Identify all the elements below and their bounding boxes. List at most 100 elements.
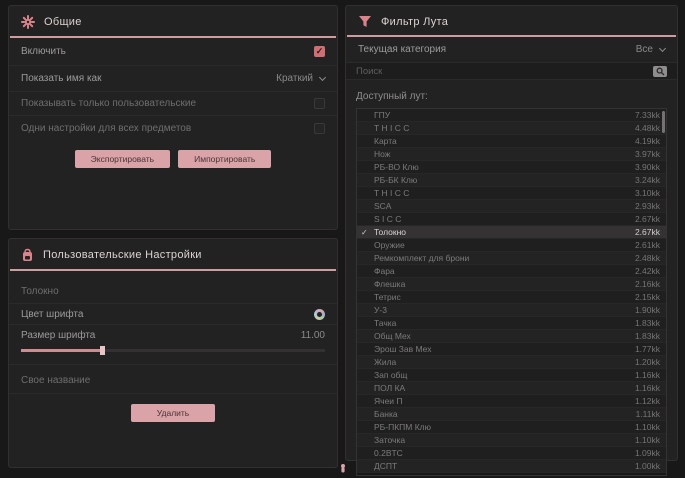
name-mode-value: Краткий bbox=[276, 73, 313, 84]
item-price: 2.93kk bbox=[635, 201, 660, 211]
name-mode-row: Показать имя как Краткий bbox=[9, 66, 337, 92]
item-name: Жила bbox=[374, 357, 396, 367]
item-price: 3.24kk bbox=[635, 175, 660, 185]
enable-checkbox[interactable]: ✓ bbox=[314, 46, 325, 57]
loot-list-item[interactable]: У-3 1.90kk bbox=[357, 304, 666, 317]
item-price: 2.42kk bbox=[635, 266, 660, 276]
only-custom-label: Показывать только пользовательские bbox=[21, 98, 196, 109]
item-price: 4.19kk bbox=[635, 136, 660, 146]
loot-list-item[interactable]: Карта 4.19kk bbox=[357, 135, 666, 148]
only-custom-checkbox[interactable] bbox=[314, 98, 325, 109]
item-price: 1.12kk bbox=[635, 396, 660, 406]
export-button[interactable]: Экспортировать bbox=[75, 150, 170, 168]
loot-list-item[interactable]: S І С С 2.67kk bbox=[357, 213, 666, 226]
loot-list-item[interactable]: Жила 1.20kk bbox=[357, 356, 666, 369]
loot-list-item[interactable]: Оружие 2.61kk bbox=[357, 239, 666, 252]
slider-handle[interactable] bbox=[100, 346, 105, 355]
only-custom-row: Показывать только пользовательские bbox=[9, 92, 337, 116]
search-icon[interactable] bbox=[653, 66, 667, 77]
custom-name-input[interactable]: Свое название bbox=[9, 364, 337, 394]
loot-list-item[interactable]: Т Н І С С 3.10kk bbox=[357, 187, 666, 200]
slider-fill bbox=[21, 349, 103, 352]
item-price: 1.20kk bbox=[635, 357, 660, 367]
search-input[interactable]: Поиск bbox=[346, 63, 677, 80]
font-size-slider[interactable] bbox=[21, 349, 325, 352]
loot-list-item[interactable]: Зап общ 1.16kk bbox=[357, 369, 666, 382]
item-price: 1.83kk bbox=[635, 318, 660, 328]
item-price: 2.67kk bbox=[635, 227, 660, 237]
item-name: Тетрис bbox=[374, 292, 401, 302]
item-name: Ячеи П bbox=[374, 396, 403, 406]
loot-list-item[interactable]: ПОЛ КА 1.16kk bbox=[357, 382, 666, 395]
funnel-icon bbox=[358, 15, 372, 28]
item-name: У-3 bbox=[374, 305, 387, 315]
export-import-row: Экспортировать Импортировать bbox=[9, 150, 337, 168]
enable-row: Включить ✓ bbox=[9, 38, 337, 66]
item-name: РБ-ПКПМ Клю bbox=[374, 422, 431, 432]
item-name: ПОЛ КА bbox=[374, 383, 405, 393]
loot-list-item[interactable]: ДСПТ 1.00kk bbox=[357, 460, 666, 473]
loot-list-item[interactable]: РБ-ВО Клю 3.90kk bbox=[357, 161, 666, 174]
user-settings-header: Пользовательские Настройки bbox=[9, 239, 337, 269]
same-settings-label: Одни настройки для всех предметов bbox=[21, 123, 191, 134]
resize-handle-icon[interactable] bbox=[339, 460, 347, 470]
item-name: Т Н І С С bbox=[374, 188, 409, 198]
loot-list-item[interactable]: ✓ Толокно 2.67kk bbox=[357, 226, 666, 239]
available-loot-label: Доступный лут: bbox=[356, 91, 428, 102]
item-name: Нож bbox=[374, 149, 390, 159]
panel-title: Фильтр Лута bbox=[381, 16, 448, 28]
item-name: Толокно bbox=[374, 227, 406, 237]
loot-list-item[interactable]: Общ Мех 1.83kk bbox=[357, 330, 666, 343]
item-name: S І С С bbox=[374, 214, 401, 224]
loot-list-item[interactable]: Тачка 1.83kk bbox=[357, 317, 666, 330]
scrollbar-thumb[interactable] bbox=[662, 111, 665, 133]
item-name: Флешка bbox=[374, 279, 405, 289]
delete-button[interactable]: Удалить bbox=[131, 404, 215, 422]
loot-list-item[interactable]: 0.2BTC 1.09kk bbox=[357, 447, 666, 460]
loot-list-item[interactable]: Нож 3.97kk bbox=[357, 148, 666, 161]
category-label: Текущая категория bbox=[358, 44, 446, 55]
gear-icon bbox=[21, 15, 35, 29]
category-value: Все bbox=[636, 44, 653, 55]
item-price: 1.11kk bbox=[636, 409, 660, 419]
category-row: Текущая категория Все bbox=[346, 37, 677, 63]
import-button[interactable]: Импортировать bbox=[178, 150, 271, 168]
loot-list-item[interactable]: Флешка 2.16kk bbox=[357, 278, 666, 291]
loot-list-item[interactable]: SCA 2.93kk bbox=[357, 200, 666, 213]
loot-list-item[interactable]: Эрош Зав Мех 1.77kk bbox=[357, 343, 666, 356]
loot-list-item[interactable]: Фара 2.42kk bbox=[357, 265, 666, 278]
item-price: 1.00kk bbox=[635, 461, 660, 471]
name-mode-dropdown[interactable]: Краткий bbox=[276, 73, 325, 84]
same-settings-checkbox[interactable] bbox=[314, 123, 325, 134]
item-name: Фара bbox=[374, 266, 395, 276]
item-price: 2.61kk bbox=[635, 240, 660, 250]
category-dropdown[interactable]: Все bbox=[636, 44, 665, 55]
item-price: 1.09kk bbox=[635, 448, 660, 458]
loot-filter-panel: Фильтр Лута Текущая категория Все Поиск … bbox=[345, 5, 678, 461]
item-name: Т Н І С С bbox=[374, 123, 409, 133]
font-color-row: Цвет шрифта bbox=[9, 303, 337, 325]
item-name: ГПУ bbox=[374, 110, 390, 120]
loot-list-item[interactable]: Ячеи П 1.12kk bbox=[357, 395, 666, 408]
loot-list-item[interactable]: Ремкомплект для брони 2.48kk bbox=[357, 252, 666, 265]
loot-list-item[interactable]: Заточка 1.10kk bbox=[357, 434, 666, 447]
chevron-down-icon bbox=[659, 44, 666, 51]
loot-list-item[interactable]: Банка 1.11kk bbox=[357, 408, 666, 421]
checkmark-icon: ✓ bbox=[361, 228, 369, 237]
font-color-label: Цвет шрифта bbox=[21, 309, 83, 320]
item-name: Оружие bbox=[374, 240, 405, 250]
item-price: 4.48kk bbox=[635, 123, 660, 133]
search-placeholder: Поиск bbox=[356, 66, 382, 77]
item-name: Эрош Зав Мех bbox=[374, 344, 431, 354]
loot-list-item[interactable]: ГПУ 7.33kk bbox=[357, 109, 666, 122]
item-price: 1.16kk bbox=[635, 383, 660, 393]
item-price: 2.15kk bbox=[635, 292, 660, 302]
loot-list-item[interactable]: Т Н І С С 4.48kk bbox=[357, 122, 666, 135]
backpack-icon bbox=[21, 248, 34, 262]
same-settings-row: Одни настройки для всех предметов bbox=[9, 116, 337, 140]
loot-list-item[interactable]: Тетрис 2.15kk bbox=[357, 291, 666, 304]
custom-name-placeholder: Свое название bbox=[21, 375, 90, 386]
loot-list-item[interactable]: РБ-БК Клю 3.24kk bbox=[357, 174, 666, 187]
color-wheel-icon[interactable] bbox=[314, 309, 325, 320]
loot-list-item[interactable]: РБ-ПКПМ Клю 1.10kk bbox=[357, 421, 666, 434]
